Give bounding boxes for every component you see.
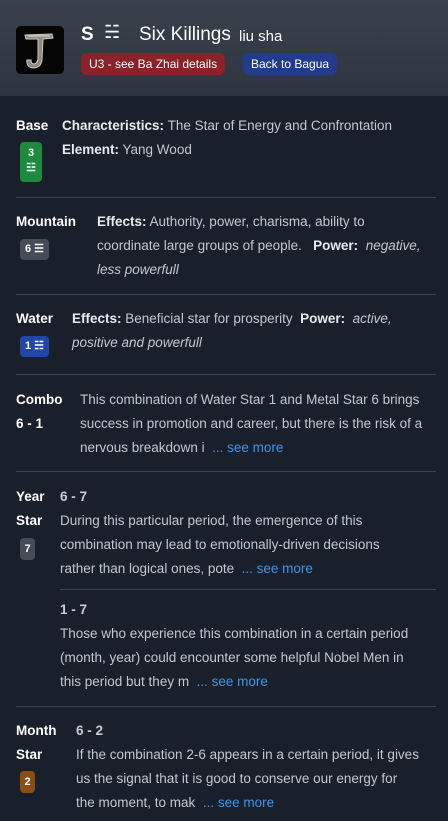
water-badge: 1 ☵ bbox=[20, 336, 49, 357]
characteristics-value: The Star of Energy and Confrontation bbox=[167, 118, 392, 133]
page-subtitle: liu sha bbox=[239, 28, 283, 45]
bronze-sword-icon bbox=[16, 26, 64, 74]
page-title: Six Killings bbox=[139, 24, 231, 45]
divider bbox=[16, 471, 436, 472]
base-characteristics: Characteristics: The Star of Energy and … bbox=[62, 114, 392, 138]
year-entry2-line2: (month, year) could encounter some helpf… bbox=[60, 650, 404, 665]
base-badge: 3 ☳ bbox=[20, 142, 42, 182]
year-entry2-tail: this period but they m bbox=[60, 674, 190, 689]
year-entry2-line1: Those who experience this combination in… bbox=[60, 626, 409, 641]
star-letter: S bbox=[81, 24, 94, 45]
divider bbox=[60, 589, 436, 590]
combo-numbers: 6 - 1 bbox=[16, 416, 44, 431]
water-effects-text: Beneficial star for prosperity bbox=[125, 311, 293, 326]
trigram-icon: ☵ bbox=[104, 22, 121, 42]
divider bbox=[16, 197, 436, 198]
month-entry1-line3: the moment, to mak ... see more bbox=[76, 791, 274, 815]
mountain-badge: 6 ☰ bbox=[20, 239, 49, 260]
year-entry1-see-more-link[interactable]: ... see more bbox=[242, 561, 313, 576]
element-label: Element: bbox=[62, 142, 120, 157]
year-entry1-line1: During this particular period, the emerg… bbox=[60, 513, 363, 528]
year-star-badge: 7 bbox=[20, 538, 35, 560]
combo-text-line1: This combination of Water Star 1 and Met… bbox=[80, 392, 420, 407]
star-header: S ☵ Six Killings liu sha U3 - see Ba Zha… bbox=[0, 0, 448, 96]
water-power-value-2: positive and powerfull bbox=[72, 335, 202, 350]
year-star-label-2: Star bbox=[16, 513, 43, 528]
element-value: Yang Wood bbox=[122, 142, 192, 157]
base-element: Element: Yang Wood bbox=[62, 138, 192, 162]
mountain-effects-label: Effects: bbox=[97, 214, 147, 229]
year-entry1-title: 6 - 7 bbox=[60, 489, 88, 504]
month-entry1-title: 6 - 2 bbox=[76, 723, 104, 738]
water-effects-label: Effects: bbox=[72, 311, 122, 326]
ba-zhai-details-button[interactable]: U3 - see Ba Zhai details bbox=[81, 53, 226, 75]
divider bbox=[16, 706, 436, 707]
mountain-effects-line1: Effects: Authority, power, charisma, abi… bbox=[97, 210, 365, 234]
year-entry1-tail: rather than logical ones, pote bbox=[60, 561, 235, 576]
base-label: Base bbox=[16, 118, 49, 133]
month-entry1-line2: us the signal that it is good to conserv… bbox=[76, 771, 398, 786]
mountain-power-value: negative, bbox=[365, 238, 421, 253]
mountain-effects-text: Authority, power, charisma, ability to bbox=[149, 214, 365, 229]
combo-text-line2: success in promotion and career, but the… bbox=[80, 416, 423, 431]
mountain-effects-line2: coordinate large groups of people. Power… bbox=[97, 234, 421, 258]
star-logo bbox=[16, 26, 64, 74]
thunder-trigram-icon: ☳ bbox=[26, 162, 36, 174]
combo-text-line3: nervous breakdown i ... see more bbox=[80, 436, 283, 460]
mountain-effects-text-2: coordinate large groups of people. bbox=[97, 238, 302, 253]
water-effects-line1: Effects: Beneficial star for prosperity … bbox=[72, 307, 392, 331]
combo-see-more-link[interactable]: ... see more bbox=[212, 440, 283, 455]
month-entry1-see-more-link[interactable]: ... see more bbox=[203, 795, 274, 810]
mountain-label: Mountain bbox=[16, 214, 76, 229]
water-label: Water bbox=[16, 311, 54, 326]
year-entry1-line2: combination may lead to emotionally-driv… bbox=[60, 537, 380, 552]
water-power-value: active, bbox=[352, 311, 392, 326]
year-entry1-line3: rather than logical ones, pote ... see m… bbox=[60, 557, 313, 581]
month-entry1-tail: the moment, to mak bbox=[76, 795, 196, 810]
back-to-bagua-button[interactable]: Back to Bagua bbox=[243, 53, 338, 75]
water-power-line: positive and powerfull bbox=[72, 331, 202, 355]
mountain-power-label: Power: bbox=[313, 238, 359, 253]
divider bbox=[16, 294, 436, 295]
water-power-label: Power: bbox=[300, 311, 346, 326]
month-star-label-2: Star bbox=[16, 747, 43, 762]
month-star-label: Month bbox=[16, 723, 57, 738]
month-star-badge: 2 bbox=[20, 771, 35, 793]
combo-label: Combo bbox=[16, 392, 63, 407]
mountain-power-line: less powerfull bbox=[97, 258, 179, 282]
year-entry2-see-more-link[interactable]: ... see more bbox=[197, 674, 268, 689]
divider bbox=[16, 374, 436, 375]
base-badge-number: 3 bbox=[27, 147, 35, 159]
year-entry2-title: 1 - 7 bbox=[60, 602, 88, 617]
year-entry2-line3: this period but they m ... see more bbox=[60, 670, 268, 694]
year-star-label: Year bbox=[16, 489, 45, 504]
combo-text-tail: nervous breakdown i bbox=[80, 440, 205, 455]
characteristics-label: Characteristics: bbox=[62, 118, 165, 133]
mountain-power-value-2: less powerfull bbox=[97, 262, 179, 277]
month-entry1-line1: If the combination 2-6 appears in a cert… bbox=[76, 747, 419, 762]
